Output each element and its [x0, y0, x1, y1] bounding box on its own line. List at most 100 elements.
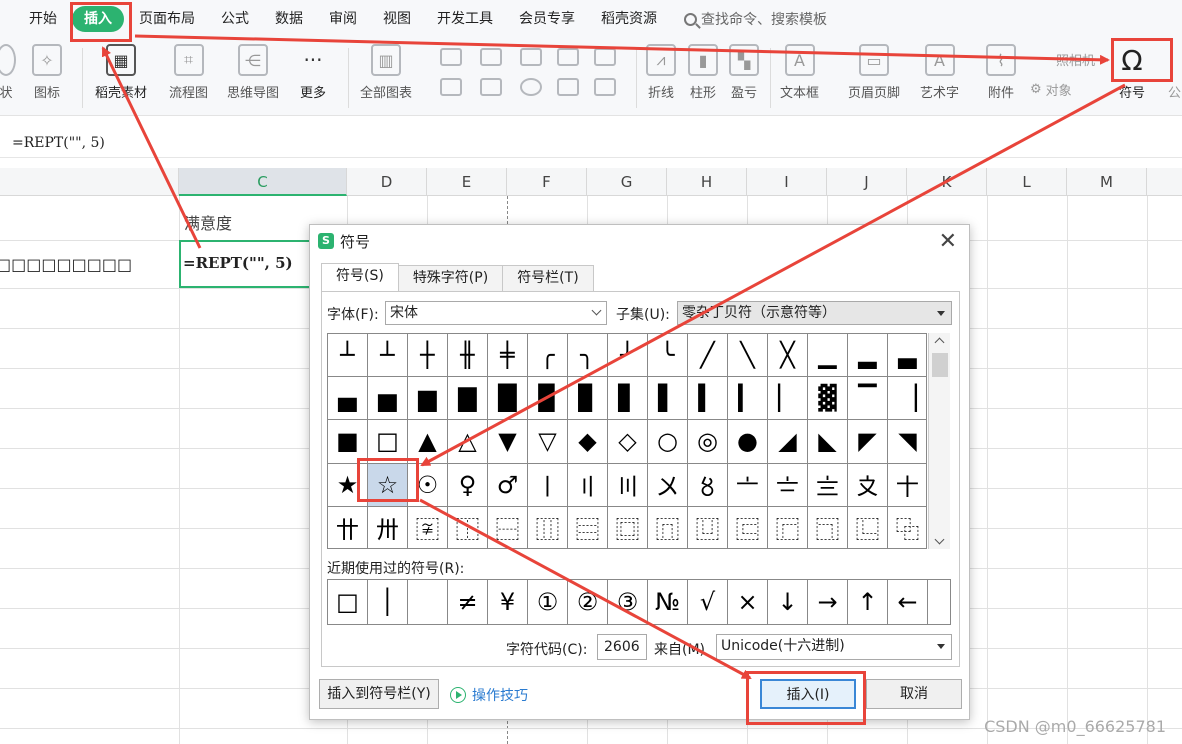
combo-chart-icon[interactable]: [480, 78, 502, 96]
cell-c1[interactable]: 满意度: [184, 210, 232, 234]
tab-review[interactable]: 审阅: [318, 6, 368, 32]
ribbon-header-footer-button[interactable]: ▭ 页眉页脚: [848, 44, 900, 101]
column-chart-icon[interactable]: [440, 48, 462, 66]
recent-symbol-cell[interactable]: ↑: [848, 580, 888, 624]
column-header-l[interactable]: L: [987, 168, 1067, 196]
recent-symbol-cell[interactable]: │: [368, 580, 408, 624]
column-header-m[interactable]: M: [1067, 168, 1147, 196]
symbol-cell[interactable]: ▇: [448, 377, 488, 421]
tab-daoke[interactable]: 稻壳资源: [590, 6, 668, 32]
ribbon-mindmap-button[interactable]: ⋲ 思维导图: [227, 44, 279, 101]
column-header-k[interactable]: K: [907, 168, 987, 196]
symbol-cell[interactable]: ┴: [328, 334, 368, 378]
formula-bar[interactable]: =REPT("", 5): [0, 128, 1182, 158]
ribbon-textbox-button[interactable]: A 文本框: [780, 44, 819, 101]
ribbon-daoke-button[interactable]: ▦ 稻壳素材: [95, 44, 147, 101]
recent-symbol-cell[interactable]: ¥: [488, 580, 528, 624]
symbol-cell[interactable]: ⿳: [568, 506, 608, 548]
symbol-cell[interactable]: 〺: [368, 506, 408, 548]
symbol-cell[interactable]: ┼: [408, 334, 448, 378]
symbol-cell[interactable]: ⿷: [728, 506, 768, 548]
pie-chart-icon[interactable]: [520, 78, 542, 96]
symbol-cell[interactable]: ▉: [528, 377, 568, 421]
ribbon-camera-label[interactable]: 照相机: [1056, 50, 1110, 69]
symbol-cell[interactable]: ⿻: [888, 507, 926, 548]
area-chart-icon[interactable]: [440, 78, 462, 96]
column-header-h[interactable]: H: [667, 168, 747, 196]
recent-symbol-cell[interactable]: →: [808, 580, 848, 624]
symbol-cell[interactable]: ⿴: [608, 506, 648, 548]
ribbon-formula-label[interactable]: 公: [1168, 82, 1181, 101]
symbol-cell[interactable]: ▼: [488, 420, 528, 464]
symbol-cell[interactable]: ▔: [848, 377, 888, 421]
ribbon-sparkline-winloss-button[interactable]: ▚ 盈亏: [729, 44, 759, 101]
ribbon-object-button[interactable]: ⚙ 对象: [1030, 80, 1072, 99]
column-header-j[interactable]: J: [827, 168, 907, 196]
symbol-cell[interactable]: ⿰: [448, 506, 488, 548]
recent-symbol-cell[interactable]: ≠: [448, 580, 488, 624]
recent-symbol-cell[interactable]: ←: [888, 580, 928, 624]
symbol-cell[interactable]: ▂: [848, 334, 888, 378]
symbol-cell[interactable]: ▃: [888, 334, 926, 378]
bubble-chart-icon[interactable]: [594, 78, 616, 96]
tab-member[interactable]: 会员专享: [508, 6, 586, 32]
symbol-cell[interactable]: ▍: [688, 377, 728, 421]
tab-symbol-bar[interactable]: 符号栏(T): [502, 265, 594, 291]
encoding-select[interactable]: Unicode(十六进制): [716, 634, 952, 660]
radar-chart-icon[interactable]: [557, 48, 579, 66]
symbol-cell[interactable]: ╯: [608, 334, 648, 378]
column-header-f[interactable]: F: [507, 168, 587, 196]
symbol-cell[interactable]: ○: [648, 420, 688, 464]
symbol-cell[interactable]: ⿶: [688, 506, 728, 548]
symbol-cell[interactable]: ▄: [328, 377, 368, 421]
tab-symbols[interactable]: 符号(S): [321, 263, 399, 291]
symbol-cell[interactable]: ⿸: [768, 506, 808, 548]
symbol-cell[interactable]: ◇: [608, 420, 648, 464]
column-header-b[interactable]: [0, 168, 179, 196]
symbol-cell[interactable]: ◥: [888, 420, 926, 464]
symbol-cell[interactable]: ╮: [568, 334, 608, 378]
bar-chart-small-icon[interactable]: [480, 48, 502, 66]
recent-symbol-cell[interactable]: ①: [528, 580, 568, 624]
symbol-cell[interactable]: ●: [728, 420, 768, 464]
symbol-cell[interactable]: ▆: [408, 377, 448, 421]
tab-home[interactable]: 开始: [18, 6, 68, 32]
symbol-cell[interactable]: ┴: [368, 334, 408, 378]
recent-symbol-cell[interactable]: ↓: [768, 580, 808, 624]
symbol-cell[interactable]: ◎: [688, 420, 728, 464]
column-header-d[interactable]: D: [347, 168, 427, 196]
font-select[interactable]: 宋体: [385, 301, 607, 325]
cancel-button[interactable]: 取消: [866, 679, 962, 709]
command-search[interactable]: 查找命令、搜索模板: [684, 9, 827, 29]
symbol-cell[interactable]: ▁: [808, 334, 848, 378]
symbol-cell[interactable]: ╱: [688, 334, 728, 378]
column-header-g[interactable]: G: [587, 168, 667, 196]
column-header-c[interactable]: C: [179, 168, 347, 196]
ribbon-wordart-button[interactable]: A 艺术字: [920, 44, 959, 101]
symbol-cell[interactable]: 〢: [568, 463, 608, 507]
recent-symbol-cell[interactable]: √: [688, 580, 728, 624]
symbol-cell[interactable]: ╫: [448, 334, 488, 378]
symbol-cell[interactable]: ▽: [528, 420, 568, 464]
symbol-cell[interactable]: ⿵: [648, 506, 688, 548]
close-icon[interactable]: ✕: [939, 229, 957, 254]
symbol-cell[interactable]: ▅: [368, 377, 408, 421]
symbol-cell[interactable]: ╰: [648, 334, 688, 378]
ribbon-flowchart-button[interactable]: ⌗ 流程图: [169, 44, 208, 101]
ribbon-icons-button[interactable]: ✧ 图标: [32, 44, 62, 101]
symbol-cell[interactable]: ▏: [768, 377, 808, 421]
tab-special-chars[interactable]: 特殊字符(P): [397, 265, 504, 291]
symbol-cell[interactable]: ⿱: [488, 506, 528, 548]
symbol-cell[interactable]: 〤: [648, 463, 688, 507]
symbol-cell[interactable]: ◤: [848, 420, 888, 464]
ribbon-sparkline-line-button[interactable]: ⩘ 折线: [646, 44, 676, 101]
recent-symbol-cell[interactable]: □: [328, 580, 368, 624]
symbol-cell[interactable]: ╲: [728, 334, 768, 378]
tab-formulas[interactable]: 公式: [210, 6, 260, 32]
symbol-cell[interactable]: ◣: [808, 420, 848, 464]
recent-symbol-cell[interactable]: ③: [608, 580, 648, 624]
symbol-cell[interactable]: ▓: [808, 377, 848, 421]
symbol-cell[interactable]: ♀: [448, 463, 488, 507]
recent-symbol-cell[interactable]: ②: [568, 580, 608, 624]
symbol-cell[interactable]: ▕: [888, 377, 926, 421]
